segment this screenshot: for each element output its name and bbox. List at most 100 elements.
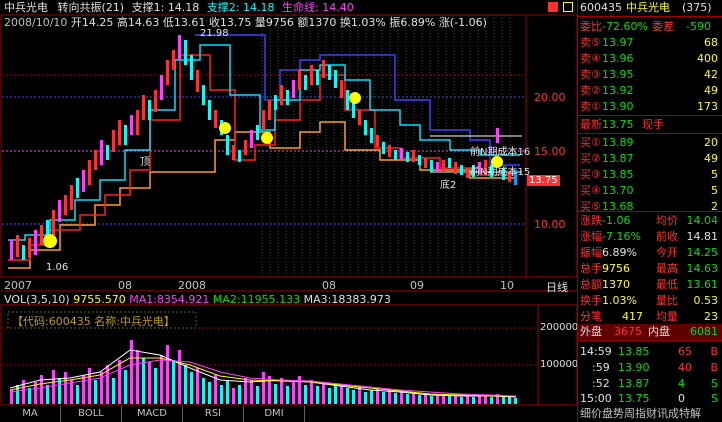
ask-row[interactable]: 卖④ 13.96 400 [578,51,722,66]
ask-price: 13.96 [602,52,634,65]
tick-volume: 40 [678,361,692,374]
stat-value: 14.04 [686,214,719,227]
tab-ma[interactable]: MA [0,406,61,422]
tick-side: S [711,392,718,405]
stock-name-panel: 中兵光电 [626,1,670,14]
bid-price: 13.85 [602,168,634,181]
vol-ma1: MA1:8354.921 [129,293,210,306]
weibi-value: -72.60% [602,20,648,33]
ask-price: 13.92 [602,84,634,97]
weibi-row: 委比 -72.60% 委差 -590 [578,19,722,34]
tab-macd[interactable]: MACD [122,406,183,422]
stat-value: 14.81 [686,230,719,243]
bid-label: 买① [580,136,601,149]
bid-price: 13.87 [602,152,634,165]
bid-row[interactable]: 买② 13.87 49 [578,151,722,166]
panel-divider [578,115,722,116]
stat-label: 均量 [656,310,678,323]
panel-tab-strip[interactable]: 细价盘势周指财讯成特解 [580,406,701,421]
low-mark: 1.06 [46,262,69,273]
panel-divider [578,340,722,341]
close-icon[interactable] [563,2,573,12]
tab-rsi[interactable]: RSI [183,406,244,422]
price-label-15: 15.00 [534,145,566,158]
stat-label: 总手 [580,262,602,275]
stat-value: 6.89% [602,246,637,259]
bid-volume: 49 [704,152,718,165]
stat-value: 14.63 [686,262,719,275]
panel-divider [578,133,722,134]
outer-label: 外盘 [580,325,602,338]
bottom-mark: 底2 [440,180,457,191]
support2-label: 支撑2 [206,1,236,14]
ask-volume: 42 [704,68,718,81]
bid-price: 13.70 [602,184,634,197]
tick-row: :52 13.87 4 S [578,376,722,391]
tick-row: 15:00 13.75 0 S [578,391,722,406]
stat-row: 换手 1.03% 量比 0.53 [578,293,722,308]
tick-time: 14:59 [580,345,612,358]
price-label-20: 20.00 [534,91,566,104]
inner-value: 6081 [690,325,718,338]
inner-label: 内盘 [648,325,670,338]
bid-volume: 20 [704,136,718,149]
stat-row: 总额 1370 最低 13.61 [578,277,722,292]
tab-dmi[interactable]: DMI [244,406,305,422]
now-hand-label: 现手 [642,118,664,131]
ask-label: 卖② [580,84,601,97]
panel-vertical-divider [577,0,578,422]
lifeline-value: 14.40 [322,1,354,14]
time-label: 09 [410,279,424,292]
stat-value: -1.06 [602,214,631,227]
ask-row[interactable]: 卖② 13.92 49 [578,83,722,98]
bid-row[interactable]: 买③ 13.85 5 [578,167,722,182]
stat-row: 涨幅 -7.16% 前收 14.81 [578,229,722,244]
minimize-icon[interactable] [548,2,558,12]
peak-label: 21.98 [200,28,229,39]
bid-label: 买② [580,152,601,165]
info-date: 2008/10/10 [4,16,68,29]
tab-boll[interactable]: BOLL [61,406,122,422]
weicha-label: 委差 [652,20,674,33]
panel-divider [578,211,722,212]
stat-value: 14.25 [686,246,719,259]
tick-time: :52 [592,377,610,390]
time-label: 08 [322,279,336,292]
ask-row[interactable]: 卖① 13.90 173 [578,99,722,114]
stat-row: 涨跌 -1.06 均价 14.04 [578,213,722,228]
volume-header: VOL(3,5,10) 9755.570 MA1:8354.921 MA2:11… [4,293,391,306]
support2-value: 14.18 [243,1,275,14]
vol-ma3: MA3:18383.973 [303,293,391,306]
support-line-red [8,54,515,261]
support1-value: 14.18 [167,1,200,14]
ask-price: 13.90 [602,100,634,113]
time-label: 2007 [4,279,32,292]
tick-volume: 65 [678,345,692,358]
stock-code: 600435 [580,1,622,14]
stat-row: 总手 9756 最高 14.63 [578,261,722,276]
bid-row[interactable]: 买① 13.89 20 [578,135,722,150]
vol-ma2: MA2:11955.133 [212,293,301,306]
tick-side: B [710,361,718,374]
ask-row[interactable]: 卖⑤ 13.97 68 [578,35,722,50]
stat-label: 总额 [580,278,602,291]
ask-volume: 49 [704,84,718,97]
ask-label: 卖④ [580,52,601,65]
info-high: 高14.63 [116,16,160,29]
price-label-10: 10.00 [534,218,566,231]
ask-label: 卖① [580,100,601,113]
info-amount: 额1370 [297,16,337,29]
stock-name: 中兵光电 [4,1,48,14]
ask-volume: 68 [704,36,718,49]
time-label: 08 [118,279,132,292]
period-label[interactable]: 日线 [546,279,568,295]
panel-bottom-tabs[interactable]: 细价盘势周指财讯成特解 [578,406,722,422]
ask-row[interactable]: 卖③ 13.95 42 [578,67,722,82]
bid-row[interactable]: 买④ 13.70 5 [578,183,722,198]
stat-label: 分笔 [580,310,602,323]
stat-value: 417 [622,310,643,323]
kline-chart[interactable] [0,0,578,422]
stat-row: 分笔 417 均量 23 [578,309,722,324]
info-change: 涨(-1.06) [438,16,487,29]
stat-row: 振幅 6.89% 今开 14.25 [578,245,722,260]
